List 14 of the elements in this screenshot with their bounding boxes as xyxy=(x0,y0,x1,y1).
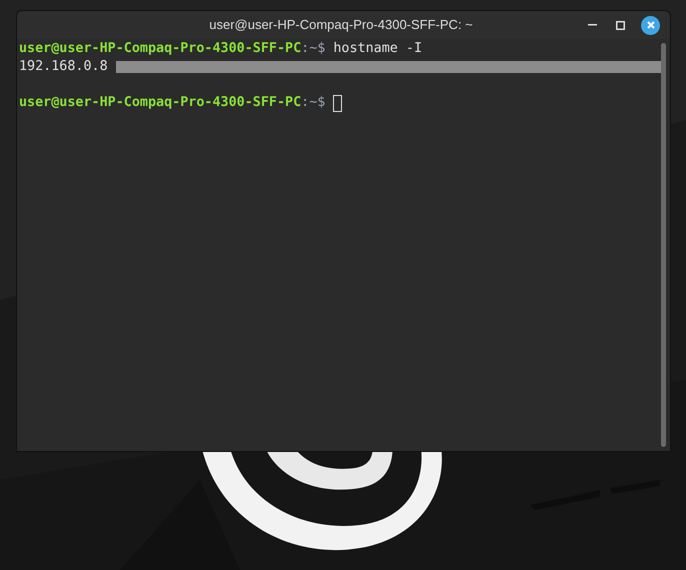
prompt-user: user@user-HP-Compaq-Pro-4300-SFF-PC xyxy=(19,94,302,112)
close-button[interactable] xyxy=(641,16,660,34)
prompt-path: :~$ xyxy=(301,94,326,112)
close-icon xyxy=(646,21,654,29)
text-cursor xyxy=(333,94,342,112)
minimize-icon xyxy=(588,24,596,26)
prompt-user: user@user-HP-Compaq-Pro-4300-SFF-PC xyxy=(19,40,302,58)
window-title: user@user-HP-Compaq-Pro-4300-SFF-PC: ~ xyxy=(209,16,473,34)
prompt-path: :~$ xyxy=(301,40,326,58)
maximize-icon xyxy=(616,20,624,30)
maximize-button[interactable] xyxy=(613,18,627,32)
command-text: hostname -I xyxy=(333,40,422,58)
scrollbar[interactable] xyxy=(661,43,666,447)
output-text: 192.168.0.8 xyxy=(19,58,108,76)
